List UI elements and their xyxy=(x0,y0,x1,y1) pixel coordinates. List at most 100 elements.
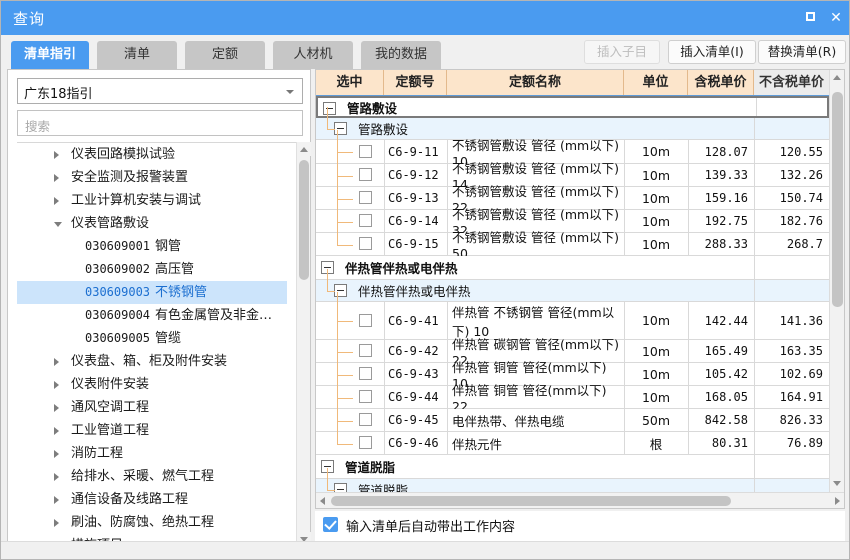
chevron-right-icon[interactable] xyxy=(54,358,59,366)
row-select-checkbox[interactable] xyxy=(359,314,372,327)
tree-item[interactable]: 工业计算机安装与调试 xyxy=(17,189,287,212)
tree-connector-line xyxy=(327,107,328,129)
chevron-right-icon[interactable] xyxy=(54,174,59,182)
tree-item[interactable]: 通信设备及线路工程 xyxy=(17,488,287,511)
table-row[interactable]: C6-9-46 伴热元件 根 80.31 76.89 xyxy=(316,432,829,455)
row-select-checkbox[interactable] xyxy=(359,214,372,227)
row-select-checkbox[interactable] xyxy=(359,145,372,158)
chevron-right-icon[interactable] xyxy=(54,427,59,435)
tab-5[interactable]: 我的数据 xyxy=(361,41,441,69)
cell-price2: 268.7 xyxy=(786,237,823,251)
scroll-up-icon[interactable] xyxy=(297,142,311,156)
chevron-right-icon[interactable] xyxy=(54,473,59,481)
cell-price1: 165.49 xyxy=(704,344,748,358)
collapse-icon[interactable] xyxy=(334,284,347,297)
grid-group-row[interactable]: 伴热管伴热或电伴热 xyxy=(316,256,829,280)
grid-scroll-left-icon[interactable] xyxy=(320,497,325,505)
grid-scroll-down-icon[interactable] xyxy=(830,476,844,492)
grid-horizontal-scrollbar[interactable] xyxy=(316,492,844,508)
table-row[interactable]: C6-9-44 伴热管 铜管 管径(mm以下) 22 10m 168.05 164.91 xyxy=(316,383,829,414)
insert-list-button[interactable]: 插入清单(I) xyxy=(668,40,756,64)
grid-group-row[interactable]: 伴热管伴热或电伴热 xyxy=(316,280,829,302)
replace-list-button[interactable]: 替换清单(R) xyxy=(758,40,846,64)
sidebar-scrollbar[interactable] xyxy=(296,142,311,546)
cell-unit: 10m xyxy=(641,190,671,206)
chevron-right-icon[interactable] xyxy=(54,151,59,159)
chevron-right-icon[interactable] xyxy=(54,519,59,527)
tree-item[interactable]: 仪表管路敷设 xyxy=(17,212,287,235)
column-header-name[interactable]: 定额名称 xyxy=(447,70,624,95)
maximize-icon[interactable] xyxy=(799,9,821,27)
tree-item[interactable]: 给排水、采暖、燃气工程 xyxy=(17,465,287,488)
table-row[interactable]: C6-9-45 电伴热带、伴热电缆 50m 842.58 826.33 xyxy=(316,409,829,432)
grid-group-row[interactable]: 管路敷设 xyxy=(316,96,829,118)
tree-item[interactable]: 工业管道工程 xyxy=(17,419,287,442)
grid-body[interactable]: 管路敷设 管路敷设 C6-9-11 不锈钢管敷设 管径 (mm以下) 10 10m 128… xyxy=(316,96,829,492)
cell-price1: 159.16 xyxy=(704,191,748,205)
row-select-checkbox[interactable] xyxy=(359,168,372,181)
chevron-down-icon[interactable] xyxy=(54,222,62,227)
column-header-price2[interactable]: 不含税单价 xyxy=(754,70,829,95)
tab-2[interactable]: 清单 xyxy=(97,41,177,69)
tree-item[interactable]: 消防工程 xyxy=(17,442,287,465)
insert-sub-item-button[interactable]: 插入子目 xyxy=(584,40,660,64)
tree-item[interactable]: 030609003 不锈钢管 xyxy=(17,281,287,304)
tree-connector-line xyxy=(337,130,338,245)
quota-grid-panel: 选中 定额号 定额名称 单位 含税单价 不含税单价 管路敷设 管路敷设 C6-9-11 不锈钢管… xyxy=(315,69,845,509)
column-header-price1[interactable]: 含税单价 xyxy=(688,70,754,95)
column-header-code[interactable]: 定额号 xyxy=(384,70,447,95)
row-select-checkbox[interactable] xyxy=(359,390,372,403)
grid-vertical-scrollbar[interactable] xyxy=(829,70,844,492)
tab-4[interactable]: 人材机 xyxy=(273,41,353,69)
row-select-checkbox[interactable] xyxy=(359,436,372,449)
chevron-right-icon[interactable] xyxy=(54,197,59,205)
grid-scroll-up-icon[interactable] xyxy=(830,70,844,86)
cell-unit: 10m xyxy=(641,236,671,252)
tree-item[interactable]: 030609001 钢管 xyxy=(17,235,287,258)
cell-code: C6-9-43 xyxy=(388,367,439,381)
cell-code: C6-9-11 xyxy=(388,144,439,159)
chevron-right-icon[interactable] xyxy=(54,450,59,458)
row-select-checkbox[interactable] xyxy=(359,413,372,426)
collapse-icon[interactable] xyxy=(323,102,336,115)
tree-item[interactable]: 通风空调工程 xyxy=(17,396,287,419)
close-icon[interactable]: ✕ xyxy=(825,9,847,27)
guideline-dropdown[interactable]: 广东18指引 xyxy=(17,78,303,104)
tree-item-label: 安全监测及报警装置 xyxy=(71,170,189,185)
row-select-checkbox[interactable] xyxy=(359,237,372,250)
search-input[interactable]: 搜索 xyxy=(17,110,303,136)
row-select-checkbox[interactable] xyxy=(359,191,372,204)
column-header-unit[interactable]: 单位 xyxy=(624,70,688,95)
tree-item[interactable]: 030609005 管缆 xyxy=(17,327,287,350)
tree-item[interactable]: 030609002 高压管 xyxy=(17,258,287,281)
tree-item[interactable]: 仪表盘、箱、柜及附件安装 xyxy=(17,350,287,373)
column-header-check[interactable]: 选中 xyxy=(316,70,384,95)
grid-hscroll-thumb[interactable] xyxy=(331,496,731,506)
chevron-right-icon[interactable] xyxy=(54,381,59,389)
grid-scroll-right-icon[interactable] xyxy=(835,497,840,505)
tree-item[interactable]: 030609004 有色金属管及非金… xyxy=(17,304,287,327)
guideline-tree[interactable]: 仪表回路模拟试验 安全监测及报警装置 工业计算机安装与调试 仪表管路敷设 0306090… xyxy=(17,142,303,546)
collapse-icon[interactable] xyxy=(334,122,347,135)
grid-group-row[interactable]: 管道脱脂 xyxy=(316,479,829,492)
tree-item[interactable]: 刷油、防腐蚀、绝热工程 xyxy=(17,511,287,534)
tab-3[interactable]: 定额 xyxy=(185,41,265,69)
row-select-checkbox[interactable] xyxy=(359,344,372,357)
grid-vscroll-thumb[interactable] xyxy=(832,92,843,307)
tree-item[interactable]: 仪表附件安装 xyxy=(17,373,287,396)
search-placeholder: 搜索 xyxy=(25,119,51,134)
row-select-checkbox[interactable] xyxy=(359,367,372,380)
tree-item[interactable]: 仪表回路模拟试验 xyxy=(17,143,287,166)
tab-1[interactable]: 清单指引 xyxy=(11,41,89,69)
chevron-right-icon[interactable] xyxy=(54,404,59,412)
cell-price1: 192.75 xyxy=(704,214,748,228)
chevron-right-icon[interactable] xyxy=(54,496,59,504)
tree-connector-line xyxy=(327,269,328,291)
tree-item[interactable]: 安全监测及报警装置 xyxy=(17,166,287,189)
collapse-icon[interactable] xyxy=(334,483,347,492)
grid-group-row[interactable]: 管道脱脂 xyxy=(316,455,829,479)
table-row[interactable]: C6-9-15 不锈钢管敷设 管径 (mm以下) 50 10m 288.33 268.7 xyxy=(316,230,829,261)
cell-unit: 10m xyxy=(641,144,671,159)
auto-work-content-checkbox[interactable] xyxy=(323,517,338,532)
sidebar-scrollbar-thumb[interactable] xyxy=(299,160,309,280)
